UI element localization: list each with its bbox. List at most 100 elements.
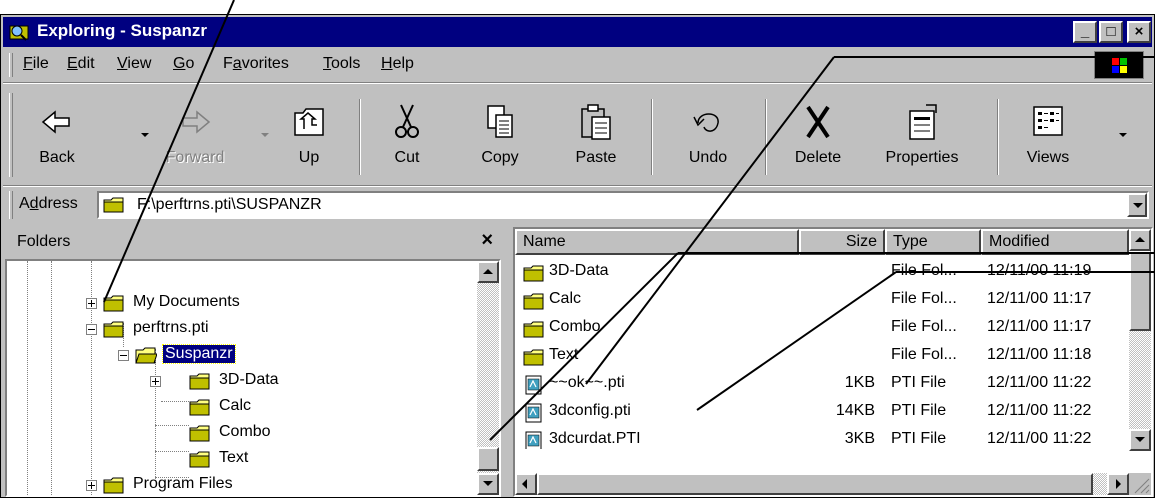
tree-item-program-files[interactable]: Program Files [7,473,477,495]
menu-go[interactable]: Go [173,55,194,73]
scroll-thumb[interactable] [1129,251,1151,331]
undo-button[interactable]: Undo [663,93,753,181]
file-row[interactable]: Text File Fol... 12/11/00 11:18 [515,343,1129,371]
list-vertical-scrollbar[interactable] [1129,229,1151,451]
scroll-up-button[interactable] [477,261,499,283]
menu-view[interactable]: View [117,55,151,73]
folder-icon [189,399,210,416]
folder-icon [103,321,124,338]
expand-plus-icon[interactable] [86,298,97,309]
up-button[interactable]: Up [269,93,349,181]
file-row[interactable]: Combo File Fol... 12/11/00 11:17 [515,315,1129,343]
scroll-up-button[interactable] [1129,229,1151,251]
list-horizontal-scrollbar[interactable] [515,473,1129,495]
scroll-thumb[interactable] [477,447,499,471]
tree-item-suspanzr[interactable]: Suspanzr [7,343,477,369]
cut-label: Cut [394,149,420,166]
windows-logo [1094,51,1144,79]
forward-arrow-icon [182,110,211,134]
tree-item-my-documents[interactable]: My Documents [7,291,477,317]
horizontal-scroll-thumb[interactable] [537,473,1093,495]
folders-title: Folders [17,233,71,250]
tree-item-3d-data[interactable]: 3D-Data [7,369,477,395]
file-list[interactable]: Name Size Type Modified 3D-Data File Fol… [513,227,1153,497]
maximize-button[interactable]: □ [1099,21,1123,43]
folder-icon [103,197,124,213]
address-label: Address [19,195,78,212]
toolbar-grip[interactable] [9,93,13,177]
column-header-type[interactable]: Type [885,229,981,255]
file-row[interactable]: ~~ok~~.pti 1KB PTI File 12/11/00 11:22 [515,371,1129,399]
scroll-down-button[interactable] [1129,429,1151,451]
address-dropdown-button[interactable] [1127,193,1147,217]
scroll-down-button[interactable] [477,473,499,495]
collapse-minus-icon[interactable] [86,324,97,335]
folder-icon [189,425,210,442]
cut-button[interactable]: Cut [367,93,447,181]
file-row[interactable]: 3dcurdat.PTI 3KB PTI File 12/11/00 11:22 [515,427,1129,449]
toolbar-separator [997,99,999,175]
tree-label: Combo [219,423,271,440]
file-modified: 12/11/00 11:17 [987,318,1092,335]
pti-file-icon [525,431,542,449]
views-button[interactable]: Views [1003,93,1093,181]
collapse-minus-icon[interactable] [118,350,129,361]
folders-close-icon[interactable]: × [481,229,493,252]
file-type: File Fol... [891,346,957,363]
toolbar-separator [765,99,767,175]
file-row[interactable]: Calc File Fol... 12/11/00 11:17 [515,287,1129,315]
address-grip[interactable] [9,191,13,219]
close-button[interactable]: × [1127,21,1151,43]
paste-label: Paste [575,149,617,166]
file-size: 3KB [844,430,875,447]
scroll-left-button[interactable] [515,473,537,495]
views-dropdown-icon[interactable] [1119,133,1127,137]
menu-edit[interactable]: Edit [67,55,95,73]
menu-grip[interactable] [9,53,13,77]
back-arrow-icon [41,110,70,134]
menu-tools[interactable]: Tools [323,55,360,73]
file-type: PTI File [891,374,947,391]
folder-icon [523,349,544,366]
paste-button[interactable]: Paste [551,93,641,181]
forward-button[interactable]: Forward [151,93,239,181]
address-bar: Address F:\perftrns.pti\SUSPANZR [3,187,1152,223]
file-modified: 12/11/00 11:17 [987,290,1092,307]
column-header-size[interactable]: Size [799,229,885,255]
file-type: File Fol... [891,290,957,307]
forward-dropdown-icon[interactable] [261,133,269,137]
tree-item-combo[interactable]: Combo [7,421,477,447]
pane-splitter[interactable] [503,227,511,497]
menu-file[interactable]: File [23,55,49,73]
delete-button[interactable]: Delete [773,93,863,181]
tree-item-calc[interactable]: Calc [7,395,477,421]
size-grip[interactable] [1129,473,1151,495]
column-header-name[interactable]: Name [515,229,799,255]
expand-plus-icon[interactable] [150,376,161,387]
scroll-right-button[interactable] [1107,473,1129,495]
menu-help[interactable]: Help [381,55,414,73]
tree-vertical-scrollbar[interactable] [477,261,499,495]
back-button[interactable]: Back [17,93,97,181]
tree-label: perftrns.pti [133,319,209,336]
copy-button[interactable]: Copy [457,93,543,181]
address-combobox[interactable]: F:\perftrns.pti\SUSPANZR [97,191,1149,219]
open-folder-icon [135,347,157,364]
column-header-modified[interactable]: Modified [981,229,1129,255]
file-row[interactable]: 3D-Data File Fol... 12/11/00 11:19 [515,259,1129,287]
explorer-icon [9,25,29,41]
properties-button[interactable]: Properties [867,93,977,181]
folder-tree[interactable]: My Documents perftrns.pti Suspanzr 3D-Da… [5,259,501,497]
expand-plus-icon[interactable] [86,480,97,491]
tree-item-perftrns[interactable]: perftrns.pti [7,317,477,343]
copy-icon [487,105,513,138]
menu-favorites[interactable]: Favorites [223,55,289,73]
address-path[interactable]: F:\perftrns.pti\SUSPANZR [137,196,322,214]
file-row[interactable]: 3dconfig.pti 14KB PTI File 12/11/00 11:2… [515,399,1129,427]
title-bar[interactable]: Exploring - Suspanzr _ □ × [3,17,1152,47]
tree-item-text[interactable]: Text [7,447,477,473]
back-label: Back [39,149,75,166]
minimize-button[interactable]: _ [1073,21,1097,43]
back-dropdown-icon[interactable] [141,133,149,137]
tree-label: My Documents [133,293,240,310]
